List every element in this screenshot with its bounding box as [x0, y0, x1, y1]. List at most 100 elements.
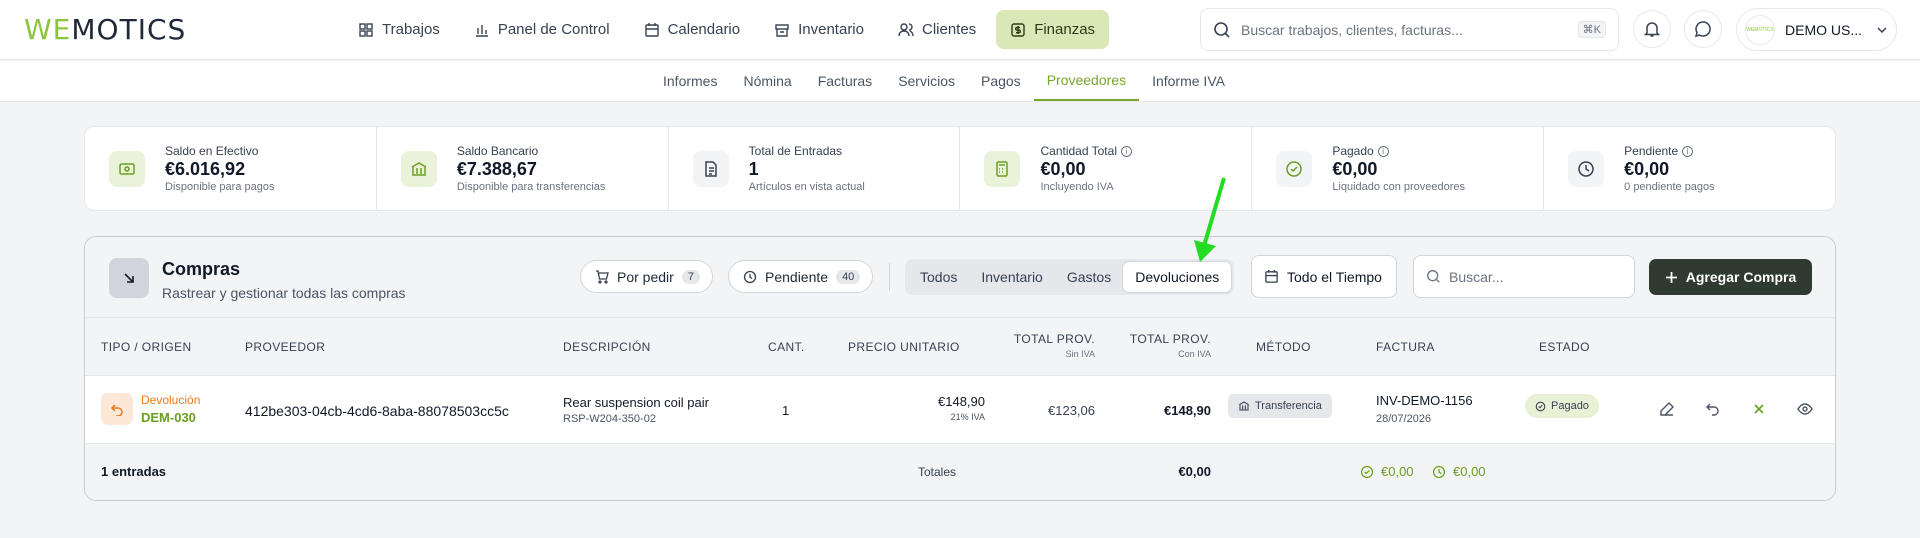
- subnav-informe-iva[interactable]: Informe IVA: [1139, 61, 1238, 101]
- notifications-button[interactable]: [1633, 10, 1671, 48]
- col-cant[interactable]: CANT.: [768, 340, 805, 354]
- filter-devoluciones[interactable]: Devoluciones: [1123, 262, 1232, 292]
- nav-finanzas[interactable]: Finanzas: [996, 10, 1110, 49]
- stat-saldo-efectivo: Saldo en Efectivo €6.016,92 Disponible par…: [85, 127, 377, 210]
- item-description: Rear suspension coil pair: [563, 395, 709, 410]
- filter-todos[interactable]: Todos: [908, 262, 969, 292]
- panel-subtitle: Rastrear y gestionar todas las compras: [162, 285, 406, 301]
- info-icon[interactable]: i: [1120, 145, 1132, 157]
- pending-total: €0,00: [1453, 464, 1486, 479]
- pendiente-button[interactable]: Pendiente 40: [728, 260, 874, 293]
- stat-total-entradas: Total de Entradas 1 Artículos en vista act…: [669, 127, 961, 210]
- nav-panel-de-control[interactable]: Panel de Control: [460, 10, 624, 49]
- invoice-date: 28/07/2026: [1376, 413, 1432, 425]
- chat-icon: [1694, 21, 1711, 38]
- bar-chart-icon: [475, 24, 488, 37]
- arrow-down-right-icon: [124, 273, 134, 283]
- calendar-icon: [644, 22, 659, 37]
- nav-clientes[interactable]: Clientes: [884, 10, 990, 49]
- col-precio[interactable]: PRECIO UNITARIO: [848, 340, 960, 354]
- archive-icon: [775, 23, 789, 37]
- info-icon[interactable]: i: [1377, 145, 1389, 157]
- eye-icon[interactable]: [1797, 401, 1813, 417]
- info-icon[interactable]: i: [1682, 145, 1694, 157]
- check-circle-icon: [1535, 401, 1546, 411]
- calendar-icon: [1265, 269, 1278, 283]
- type-filter: Todos Inventario Gastos Devoluciones: [905, 259, 1235, 295]
- panel-title: Compras: [162, 259, 241, 279]
- subnav-pagos[interactable]: Pagos: [968, 61, 1034, 101]
- col-factura[interactable]: FACTURA: [1376, 340, 1435, 354]
- calculator-icon: [984, 150, 1021, 187]
- supplier-id: 412be303-04cb-4cd6-8aba-88078503cc5c: [245, 403, 509, 419]
- avatar: WEMOTICS: [1745, 14, 1775, 45]
- filter-gastos[interactable]: Gastos: [1055, 262, 1123, 292]
- purchases-search-input[interactable]: Buscar...: [1413, 255, 1635, 298]
- add-purchase-button[interactable]: Agregar Compra: [1649, 259, 1812, 295]
- stats-bar: Saldo en Efectivo €6.016,92 Disponible par…: [84, 126, 1836, 211]
- nav-inventario[interactable]: Inventario: [760, 10, 878, 49]
- subnav-informes[interactable]: Informes: [650, 61, 730, 101]
- cart-icon: [596, 269, 609, 284]
- shortcut-badge: ⌘K: [1577, 21, 1606, 38]
- global-search-input[interactable]: Buscar trabajos, clientes, facturas... ⌘…: [1200, 8, 1619, 51]
- col-total-con-iva[interactable]: TOTAL PROV. Con IVA: [1111, 332, 1211, 359]
- clock-icon: [1432, 465, 1446, 479]
- messages-button[interactable]: [1684, 10, 1722, 48]
- table-row[interactable]: Devolución DEM-030 412be303-04cb-4cd6-8a…: [85, 376, 1835, 444]
- col-descripcion[interactable]: DESCRIPCIÓN: [563, 340, 651, 354]
- paid-total: €0,00: [1381, 464, 1414, 479]
- col-total-sin-iva[interactable]: TOTAL PROV. Sin IVA: [995, 332, 1095, 359]
- invoice-number[interactable]: INV-DEMO-1156: [1376, 393, 1473, 408]
- panel-header: Compras Rastrear y gestionar todas las c…: [85, 237, 1835, 318]
- bank-icon: [1239, 401, 1249, 411]
- top-bar: WEMOTICS Trabajos Panel de Control Calen…: [0, 0, 1920, 60]
- dollar-icon: [1011, 22, 1025, 37]
- col-tipo[interactable]: TIPO / ORIGEN: [101, 340, 192, 354]
- close-icon[interactable]: [1751, 401, 1767, 417]
- col-metodo[interactable]: MÉTODO: [1256, 340, 1311, 354]
- unit-price: €148,90: [938, 394, 985, 409]
- subnav-servicios[interactable]: Servicios: [885, 61, 968, 101]
- collapse-button[interactable]: [109, 258, 149, 298]
- bank-icon: [400, 150, 437, 187]
- annotation-arrow: [1194, 177, 1226, 262]
- stat-pendiente: Pendiente i €0,00 0 pendiente pagos: [1544, 127, 1835, 210]
- subnav-nomina[interactable]: Nómina: [730, 61, 804, 101]
- check-circle-icon: [1276, 150, 1313, 187]
- entries-count: 1 entradas: [101, 464, 167, 479]
- search-icon: [1214, 21, 1230, 38]
- grid-icon: [359, 22, 373, 37]
- bell-icon: [1643, 22, 1661, 37]
- total-sin-iva: €123,06: [1048, 403, 1095, 418]
- col-estado[interactable]: ESTADO: [1539, 340, 1590, 354]
- iva-rate: 21% IVA: [950, 412, 985, 422]
- logo[interactable]: WEMOTICS: [24, 13, 186, 46]
- col-proveedor[interactable]: PROVEEDOR: [245, 340, 325, 354]
- count-badge: 40: [836, 269, 861, 284]
- time-range-button[interactable]: Todo el Tiempo: [1251, 255, 1397, 298]
- quantity: 1: [782, 403, 790, 418]
- filter-inventario[interactable]: Inventario: [969, 262, 1054, 292]
- nav-trabajos[interactable]: Trabajos: [344, 10, 454, 49]
- total-con-iva: €148,90: [1164, 403, 1211, 418]
- por-pedir-button[interactable]: Por pedir 7: [580, 260, 713, 293]
- clock-icon: [1568, 150, 1605, 187]
- finance-subnav: Informes Nómina Facturas Servicios Pagos…: [0, 61, 1920, 102]
- totals-label: Totales: [918, 465, 957, 479]
- table-header: TIPO / ORIGEN PROVEEDOR DESCRIPCIÓN CANT…: [85, 318, 1835, 376]
- status-badge: Pagado: [1525, 394, 1599, 418]
- user-menu[interactable]: WEMOTICS DEMO US...: [1736, 8, 1897, 51]
- cash-icon: [109, 150, 145, 187]
- edit-icon[interactable]: [1659, 401, 1675, 417]
- main-nav: Trabajos Panel de Control Calendario Inv…: [344, 10, 1110, 49]
- subnav-proveedores[interactable]: Proveedores: [1033, 61, 1140, 101]
- nav-calendario[interactable]: Calendario: [630, 10, 755, 49]
- users-icon: [898, 22, 914, 36]
- subnav-facturas[interactable]: Facturas: [805, 61, 885, 101]
- return-icon: [101, 393, 133, 425]
- divider: [889, 263, 890, 291]
- undo-icon[interactable]: [1705, 401, 1721, 417]
- item-sku: RSP-W204-350-02: [563, 413, 656, 425]
- document-icon: [692, 150, 729, 187]
